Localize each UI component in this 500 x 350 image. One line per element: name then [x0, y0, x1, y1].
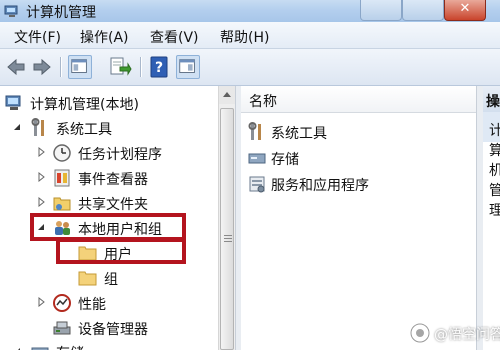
content-list: 名称 系统工具 存储 服务和应用程序 — [241, 86, 476, 350]
close-button[interactable]: ✕ — [444, 0, 486, 21]
storage-icon — [31, 347, 49, 350]
show-action-pane-icon — [179, 59, 195, 73]
expand-triangle-icon[interactable] — [36, 147, 46, 157]
toolbar: ? — [0, 49, 500, 86]
tree-item-performance[interactable]: 性能 — [36, 292, 216, 314]
menu-action[interactable]: 操作(A) — [80, 27, 129, 47]
event-viewer-icon — [54, 169, 70, 187]
performance-icon — [53, 294, 71, 312]
menu-help[interactable]: 帮助(H) — [220, 27, 269, 47]
column-header-label: 名称 — [249, 94, 277, 110]
tree-item-system-tools[interactable]: 系统工具 — [12, 117, 212, 139]
watermark-logo-icon — [410, 323, 430, 343]
show-console-tree-icon — [71, 59, 87, 73]
menu-file[interactable]: 文件(F) — [14, 27, 61, 47]
export-list-icon[interactable] — [108, 55, 132, 79]
tree-label: 系统工具 — [56, 122, 112, 138]
tree-item-root[interactable]: 计算机管理(本地) — [4, 92, 214, 114]
computer-management-icon — [5, 95, 21, 110]
back-arrow-icon[interactable] — [4, 55, 28, 79]
show-action-pane-button[interactable] — [176, 55, 200, 79]
toolbar-separator — [60, 57, 62, 77]
storage-icon — [248, 153, 266, 164]
computer-management-icon — [4, 5, 18, 17]
highlight-box-users — [56, 238, 186, 264]
tree-label: 任务计划程序 — [78, 147, 162, 163]
tree-label: 事件查看器 — [78, 172, 148, 188]
menu-view[interactable]: 查看(V) — [150, 27, 199, 47]
tree-item-groups[interactable]: 组 — [78, 267, 178, 289]
maximize-button[interactable] — [402, 0, 444, 21]
tree-item-event-viewer[interactable]: 事件查看器 — [36, 167, 216, 189]
action-pane-header: 操作 — [483, 86, 500, 130]
close-icon: ✕ — [459, 1, 471, 16]
folder-icon — [78, 271, 97, 286]
minimize-button[interactable] — [360, 0, 402, 21]
window-title: 计算机管理 — [26, 5, 96, 21]
action-item[interactable]: 计算机管理 — [489, 120, 500, 220]
list-item-label: 系统工具 — [271, 126, 327, 142]
device-manager-icon — [53, 321, 71, 335]
shared-folder-icon — [53, 197, 71, 211]
tree-scrollbar[interactable] — [218, 86, 236, 350]
services-icon — [249, 176, 265, 193]
clock-icon — [53, 144, 71, 162]
help-icon[interactable]: ? — [148, 55, 172, 79]
expand-triangle-icon[interactable] — [36, 197, 46, 207]
svg-text:?: ? — [155, 60, 163, 76]
collapse-triangle-icon[interactable] — [12, 122, 22, 132]
tree-item-task-scheduler[interactable]: 任务计划程序 — [36, 142, 216, 164]
grip-icon — [224, 235, 232, 243]
tree-item-shared-folders[interactable]: 共享文件夹 — [36, 192, 216, 214]
tree-label: 共享文件夹 — [78, 197, 148, 213]
tree-item-device-manager[interactable]: 设备管理器 — [52, 317, 218, 339]
scroll-up-arrow-icon[interactable] — [219, 86, 235, 104]
action-pane-splitter[interactable] — [476, 86, 483, 350]
menu-bar: 文件(F) 操作(A) 查看(V) 帮助(H) — [0, 22, 500, 49]
list-item-label: 服务和应用程序 — [271, 178, 369, 194]
collapse-triangle-icon[interactable] — [12, 346, 22, 350]
show-console-tree-button[interactable] — [68, 55, 92, 79]
tree-label: 性能 — [78, 297, 106, 313]
tree-label: 组 — [104, 272, 118, 288]
tree-item-storage[interactable]: 存储 — [12, 341, 212, 350]
expand-triangle-icon[interactable] — [36, 297, 46, 307]
tools-icon — [31, 118, 44, 136]
list-item-label: 存储 — [271, 152, 299, 168]
scrollbar-thumb[interactable] — [220, 108, 234, 350]
column-header-name[interactable]: 名称 — [241, 86, 476, 113]
title-bar: 计算机管理 ✕ — [0, 0, 500, 22]
toolbar-separator — [140, 57, 142, 77]
watermark-text: @悟空问答 — [434, 327, 500, 343]
highlight-box-local-users — [30, 213, 186, 241]
tools-icon — [248, 122, 261, 140]
tree-label: 计算机管理(本地) — [30, 97, 139, 113]
action-pane: 操作 计算机管理 — [483, 86, 500, 350]
tree-label: 存储 — [56, 343, 84, 350]
tree-label: 设备管理器 — [78, 322, 148, 338]
expand-triangle-icon[interactable] — [36, 172, 46, 182]
forward-arrow-icon[interactable] — [30, 55, 54, 79]
